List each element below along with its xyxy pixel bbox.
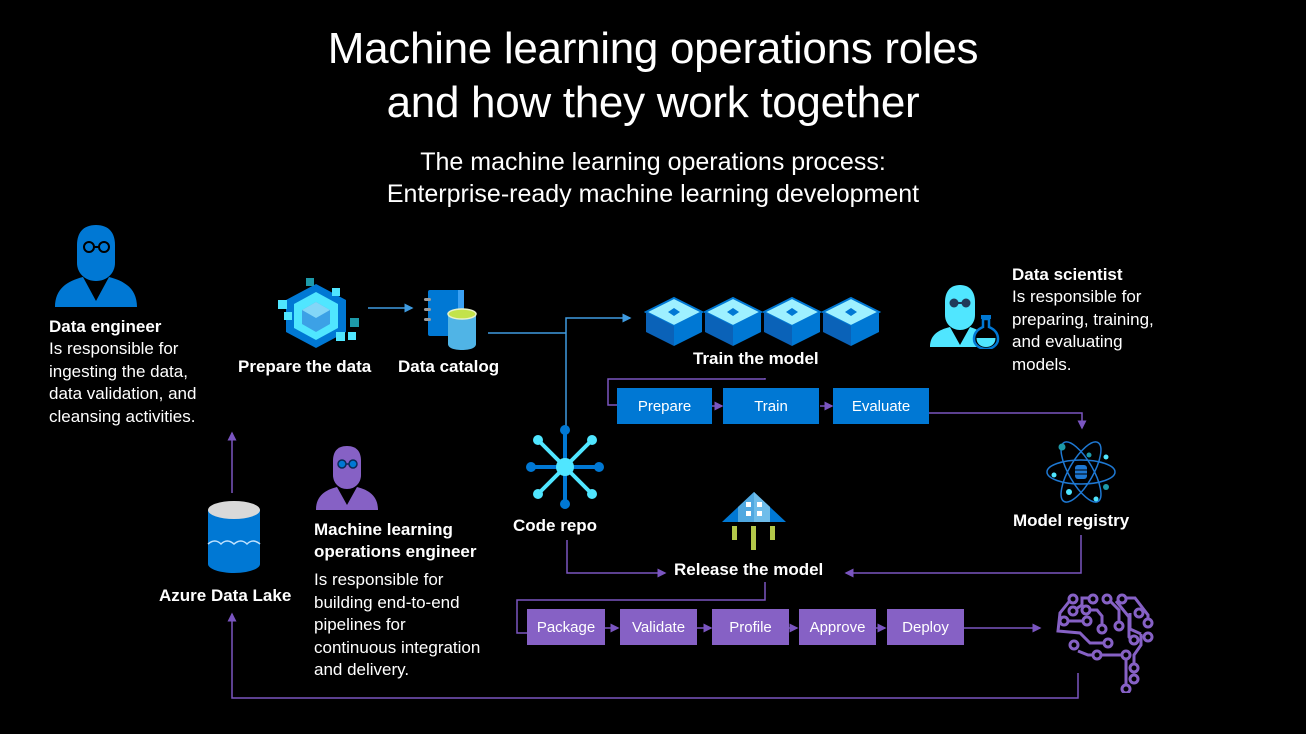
code-repo-icon	[526, 425, 604, 509]
mlops-engineer-icon	[316, 446, 378, 510]
title-line-1: Machine learning operations roles	[327, 24, 979, 73]
mlops-engineer-desc-line: pipelines for	[314, 615, 406, 634]
mlops-engineer-title-line: Machine learning	[314, 520, 453, 539]
data-scientist-icon	[930, 285, 1000, 349]
release-step-package[interactable]: Package	[527, 609, 605, 645]
release-model-icon	[722, 492, 786, 550]
train-step-train[interactable]: Train	[723, 388, 819, 424]
compute-blocks-icon	[644, 296, 882, 346]
mlops-engineer-desc-line: and delivery.	[314, 660, 410, 679]
azure-data-lake-label: Azure Data Lake	[159, 586, 292, 605]
page-title: Machine learning operations roles and ho…	[0, 22, 1306, 130]
data-catalog-icon	[424, 290, 477, 350]
data-scientist-desc-line: Is responsible for	[1012, 287, 1142, 306]
data-scientist-desc-line: models.	[1012, 354, 1072, 374]
title-line-2: and how they work together	[386, 78, 920, 127]
release-step-deploy[interactable]: Deploy	[887, 609, 964, 645]
model-registry-label: Model registry	[1013, 511, 1130, 530]
prepare-the-data-label: Prepare the data	[238, 357, 372, 376]
data-prep-cubes-icon	[278, 278, 359, 348]
release-step-approve[interactable]: Approve	[799, 609, 876, 645]
train-step-prepare[interactable]: Prepare	[617, 388, 712, 424]
train-step-label: Prepare	[637, 397, 692, 415]
data-engineer-card: Data engineer Is responsible for ingesti…	[49, 316, 196, 428]
data-engineer-desc-line: data validation, and	[49, 384, 197, 403]
release-step-label: Approve	[809, 618, 866, 636]
code-repo-label: Code repo	[513, 516, 598, 535]
data-engineer-icon	[55, 225, 137, 307]
data-engineer-desc-line: ingesting the data,	[49, 361, 188, 381]
model-registry-icon	[1046, 441, 1116, 503]
mlops-engineer-desc-line: continuous integration	[314, 637, 481, 657]
mlops-engineer-card: Machine learning operations engineer Is …	[314, 519, 480, 682]
arrow-registry-to-release	[844, 535, 1082, 578]
subtitle-line-2: Enterprise-ready machine learning develo…	[386, 180, 920, 208]
release-step-profile[interactable]: Profile	[712, 609, 789, 645]
data-engineer-title: Data engineer	[49, 317, 162, 336]
subtitle-line-1: The machine learning operations process:	[420, 148, 886, 176]
circuit-brain-icon	[1056, 593, 1154, 693]
train-step-label: Train	[754, 397, 788, 415]
release-step-label: Profile	[729, 618, 772, 636]
data-engineer-desc-line: Is responsible for	[49, 339, 179, 358]
mlops-engineer-desc-line: building end-to-end	[314, 592, 460, 612]
release-step-label: Package	[536, 618, 596, 636]
azure-data-lake-icon	[207, 501, 261, 573]
train-step-evaluate[interactable]: Evaluate	[833, 388, 929, 424]
data-engineer-desc-line: cleansing activities.	[49, 406, 196, 426]
arrow-repo-to-release	[566, 540, 667, 578]
data-catalog-label: Data catalog	[398, 357, 500, 376]
release-step-label: Deploy	[902, 618, 949, 636]
train-the-model-label: Train the model	[693, 349, 819, 368]
mlops-engineer-title-line: operations engineer	[314, 542, 477, 561]
release-step-validate[interactable]: Validate	[620, 609, 697, 645]
arrow-evaluate-to-registry	[929, 412, 1087, 430]
data-scientist-title: Data scientist	[1012, 265, 1123, 284]
release-step-label: Validate	[631, 618, 686, 636]
mlops-engineer-desc-line: Is responsible for	[314, 570, 444, 589]
data-scientist-desc-line: and evaluating	[1012, 332, 1123, 351]
data-scientist-card: Data scientist Is responsible for prepar…	[1012, 264, 1154, 376]
page-subtitle: The machine learning operations process:…	[0, 146, 1306, 210]
data-scientist-desc-line: preparing, training,	[1012, 309, 1154, 329]
train-step-label: Evaluate	[851, 397, 911, 415]
release-the-model-label: Release the model	[674, 560, 824, 579]
